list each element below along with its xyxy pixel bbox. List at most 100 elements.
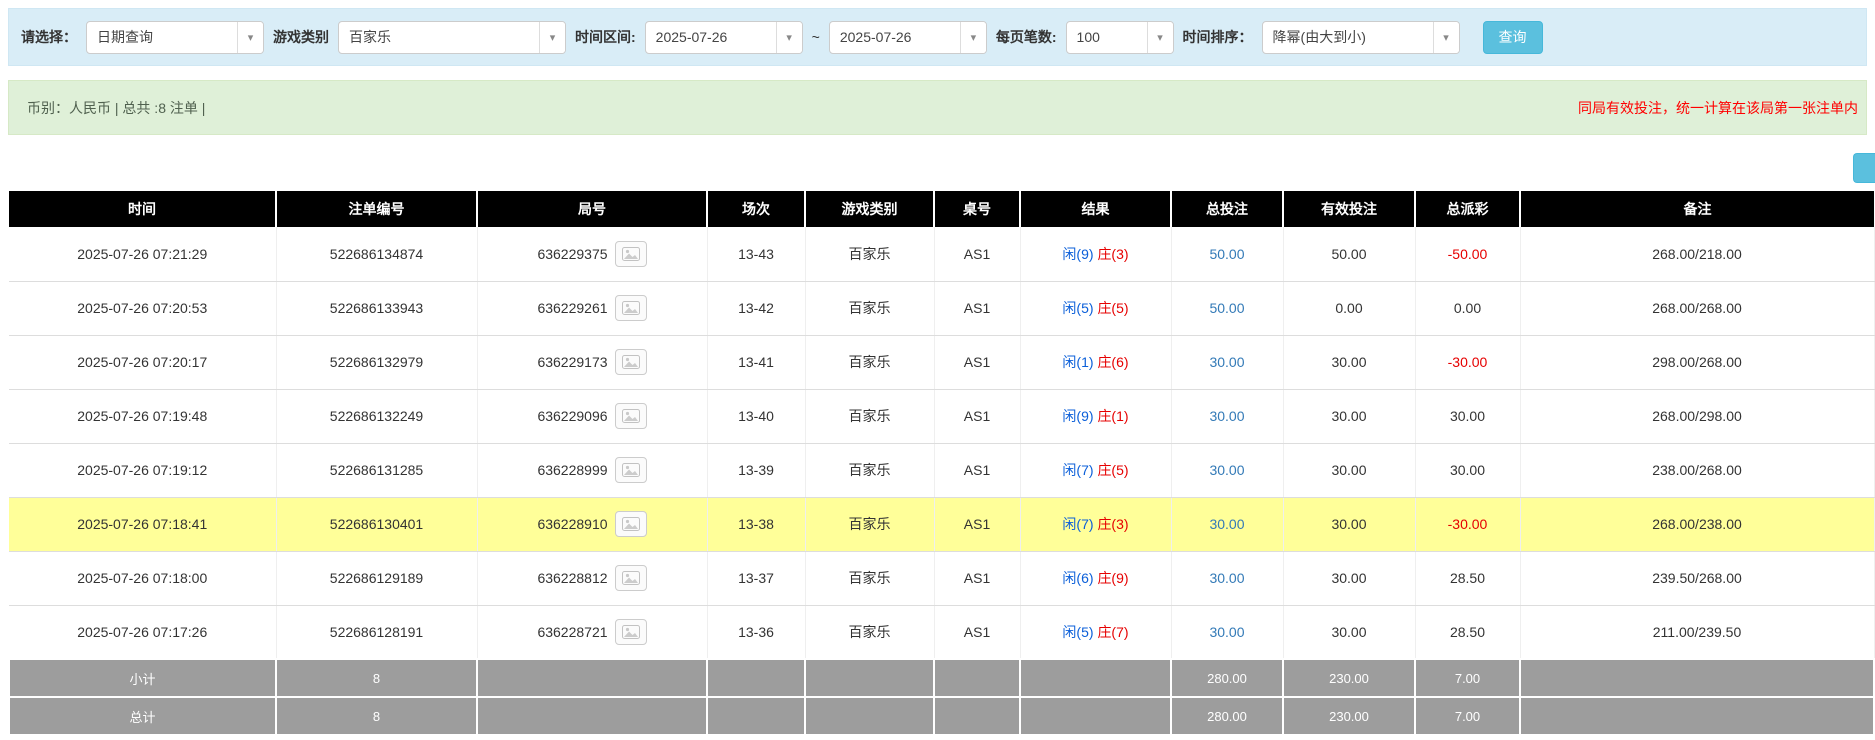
- cell-session: 13-37: [707, 551, 805, 605]
- cell-total-bet[interactable]: 50.00: [1171, 227, 1283, 281]
- cell-round: 636229375: [477, 227, 707, 281]
- result-banker: 庄(1): [1097, 408, 1128, 424]
- chevron-down-icon[interactable]: ▾: [960, 22, 986, 53]
- result-player: 闲(5): [1062, 300, 1093, 316]
- result-banker: 庄(6): [1097, 354, 1128, 370]
- date-from-value[interactable]: 2025-07-26: [646, 22, 776, 53]
- cell-round: 636229261: [477, 281, 707, 335]
- cell-total-bet[interactable]: 50.00: [1171, 281, 1283, 335]
- chevron-down-icon[interactable]: ▾: [776, 22, 802, 53]
- game-type-value[interactable]: 百家乐: [339, 22, 539, 53]
- cell-table-no: AS1: [934, 335, 1020, 389]
- cell-payout: 30.00: [1415, 389, 1520, 443]
- replay-video-icon[interactable]: [615, 295, 647, 321]
- total-label: 总计: [9, 697, 276, 735]
- page-size-value[interactable]: 100: [1067, 22, 1147, 53]
- result-player: 闲(9): [1062, 246, 1093, 262]
- cell-result: 闲(5) 庄(5): [1020, 281, 1171, 335]
- cell-note: 211.00/239.50: [1520, 605, 1874, 659]
- replay-video-icon[interactable]: [615, 241, 647, 267]
- query-type-select[interactable]: 日期查询 ▾: [86, 21, 264, 54]
- page-size-select[interactable]: 100 ▾: [1066, 21, 1174, 54]
- date-range-label: 时间区间:: [575, 27, 636, 47]
- chevron-down-icon[interactable]: ▾: [237, 22, 263, 53]
- cell-result: 闲(5) 庄(7): [1020, 605, 1171, 659]
- query-type-value[interactable]: 日期查询: [87, 22, 237, 53]
- round-number: 636229173: [537, 354, 607, 370]
- cell-total-bet[interactable]: 30.00: [1171, 551, 1283, 605]
- cell-note: 268.00/218.00: [1520, 227, 1874, 281]
- result-player: 闲(5): [1062, 624, 1093, 640]
- cell-bet-id: 522686132979: [276, 335, 477, 389]
- cell-total-bet[interactable]: 30.00: [1171, 389, 1283, 443]
- table-row: 2025-07-26 07:17:26 522686128191 6362287…: [9, 605, 1874, 659]
- date-to-input[interactable]: 2025-07-26 ▾: [829, 21, 987, 54]
- cell-note: 268.00/238.00: [1520, 497, 1874, 551]
- cell-valid-bet: 30.00: [1283, 335, 1415, 389]
- table-footer: 小计 8 280.00 230.00 7.00 总计 8 280.00 230.…: [9, 659, 1874, 735]
- footer-empty-cell: [805, 697, 934, 735]
- cell-table-no: AS1: [934, 227, 1020, 281]
- replay-video-icon[interactable]: [615, 349, 647, 375]
- total-valid-bet: 230.00: [1283, 697, 1415, 735]
- date-to-value[interactable]: 2025-07-26: [830, 22, 960, 53]
- cell-total-bet[interactable]: 30.00: [1171, 605, 1283, 659]
- game-type-select[interactable]: 百家乐 ▾: [338, 21, 566, 54]
- cell-note: 238.00/268.00: [1520, 443, 1874, 497]
- cell-valid-bet: 30.00: [1283, 497, 1415, 551]
- replay-video-icon[interactable]: [615, 403, 647, 429]
- footer-empty-cell: [934, 697, 1020, 735]
- cell-total-bet[interactable]: 30.00: [1171, 443, 1283, 497]
- partial-edge-button[interactable]: [1853, 153, 1875, 183]
- cell-result: 闲(7) 庄(5): [1020, 443, 1171, 497]
- cell-total-bet[interactable]: 30.00: [1171, 335, 1283, 389]
- subtotal-total-bet: 280.00: [1171, 659, 1283, 697]
- footer-empty-cell: [934, 659, 1020, 697]
- footer-empty-cell: [1020, 697, 1171, 735]
- cell-result: 闲(6) 庄(9): [1020, 551, 1171, 605]
- footer-empty-cell: [707, 697, 805, 735]
- query-type-label: 请选择：: [21, 27, 77, 47]
- round-number: 636229261: [537, 300, 607, 316]
- cell-table-no: AS1: [934, 497, 1020, 551]
- chevron-down-icon[interactable]: ▾: [539, 22, 565, 53]
- cell-round: 636229096: [477, 389, 707, 443]
- total-total-bet: 280.00: [1171, 697, 1283, 735]
- header-session: 场次: [707, 191, 805, 227]
- total-count: 8: [276, 697, 477, 735]
- header-round: 局号: [477, 191, 707, 227]
- subtotal-label: 小计: [9, 659, 276, 697]
- replay-video-icon[interactable]: [615, 565, 647, 591]
- page-size-label: 每页笔数:: [996, 27, 1057, 47]
- time-sort-value[interactable]: 降幂(由大到小): [1263, 22, 1433, 53]
- result-player: 闲(9): [1062, 408, 1093, 424]
- cell-table-no: AS1: [934, 281, 1020, 335]
- result-banker: 庄(5): [1097, 300, 1128, 316]
- footer-empty-cell: [477, 659, 707, 697]
- cell-total-bet[interactable]: 30.00: [1171, 497, 1283, 551]
- cell-game-type: 百家乐: [805, 551, 934, 605]
- replay-video-icon[interactable]: [615, 511, 647, 537]
- table-row: 2025-07-26 07:20:53 522686133943 6362292…: [9, 281, 1874, 335]
- search-button[interactable]: 查询: [1483, 21, 1543, 54]
- replay-video-icon[interactable]: [615, 457, 647, 483]
- chevron-down-icon[interactable]: ▾: [1147, 22, 1173, 53]
- footer-empty-cell: [477, 697, 707, 735]
- cell-payout: -30.00: [1415, 335, 1520, 389]
- cell-session: 13-43: [707, 227, 805, 281]
- header-game-type: 游戏类别: [805, 191, 934, 227]
- cell-time: 2025-07-26 07:18:41: [9, 497, 276, 551]
- cell-session: 13-42: [707, 281, 805, 335]
- header-table-no: 桌号: [934, 191, 1020, 227]
- cell-table-no: AS1: [934, 551, 1020, 605]
- filter-bar: 请选择： 日期查询 ▾ 游戏类别 百家乐 ▾ 时间区间: 2025-07-26 …: [8, 8, 1867, 66]
- header-payout: 总派彩: [1415, 191, 1520, 227]
- time-sort-select[interactable]: 降幂(由大到小) ▾: [1262, 21, 1460, 54]
- date-from-input[interactable]: 2025-07-26 ▾: [645, 21, 803, 54]
- replay-video-icon[interactable]: [615, 619, 647, 645]
- cell-payout: -30.00: [1415, 497, 1520, 551]
- cell-game-type: 百家乐: [805, 335, 934, 389]
- chevron-down-icon[interactable]: ▾: [1433, 22, 1459, 53]
- table-row: 2025-07-26 07:18:00 522686129189 6362288…: [9, 551, 1874, 605]
- footer-empty-cell: [1520, 697, 1874, 735]
